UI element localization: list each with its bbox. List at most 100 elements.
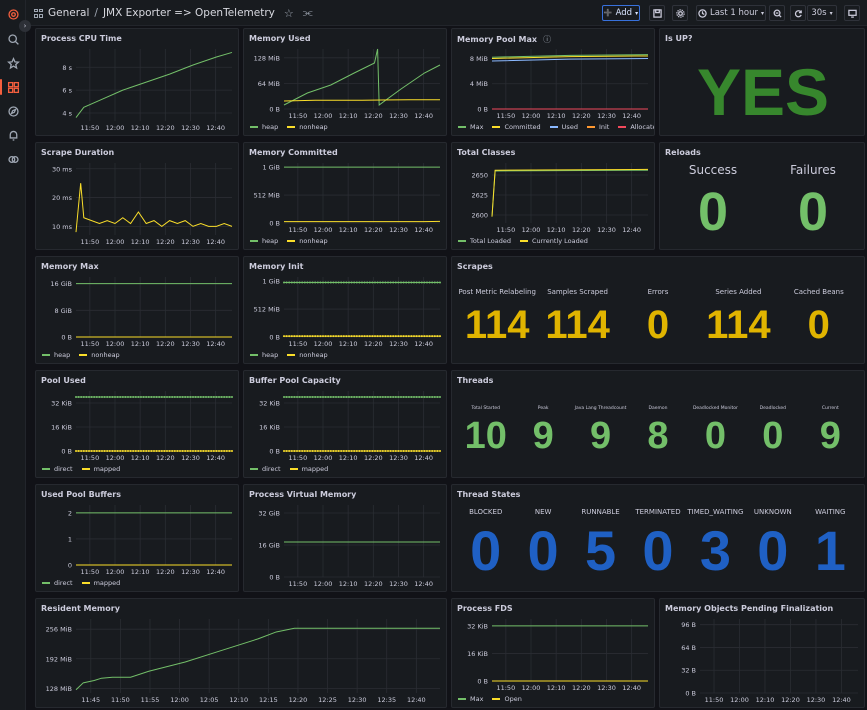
legend-item[interactable]: direct [42, 579, 73, 587]
series-point [163, 450, 166, 452]
series-point [207, 450, 210, 452]
series-point [363, 396, 366, 398]
legend-item[interactable]: mapped [81, 465, 120, 473]
series-point [153, 450, 155, 452]
series-point [402, 335, 405, 338]
series-point [433, 396, 436, 398]
dashboards-icon[interactable] [5, 79, 21, 95]
legend-item[interactable]: heap [42, 351, 70, 359]
stat-label: Cached Beans [793, 288, 844, 296]
series-point [387, 396, 389, 398]
series-point [439, 281, 441, 284]
series-point [301, 335, 304, 338]
series-point [350, 450, 353, 452]
settings-button[interactable] [672, 5, 688, 21]
legend-item[interactable]: mapped [81, 579, 120, 587]
legend-item[interactable]: Init [586, 123, 609, 131]
x-tick-label: 12:10 [339, 580, 358, 588]
series-point [218, 450, 220, 452]
panel-title[interactable]: Is UP? [665, 34, 693, 43]
legend-item[interactable]: mapped [289, 465, 328, 473]
legend-swatch [492, 126, 501, 128]
series-point [387, 450, 389, 452]
star-icon[interactable] [5, 55, 21, 71]
legend-item[interactable]: Max [458, 123, 483, 131]
stat-value: 0 [642, 519, 674, 582]
x-tick-label: 12:20 [156, 238, 175, 246]
chart-legend: heap nonheap [250, 351, 328, 359]
explore-icon[interactable] [5, 103, 21, 119]
panel-title[interactable]: Threads [457, 376, 493, 385]
refresh-button[interactable] [790, 5, 806, 21]
series-point [324, 450, 327, 452]
save-button[interactable] [649, 5, 665, 21]
legend-item[interactable]: Committed [492, 123, 541, 131]
star-icon[interactable]: ☆ [284, 7, 294, 20]
series-point [376, 450, 379, 452]
x-tick-label: 11:50 [80, 568, 99, 576]
legend-item[interactable]: Open [492, 695, 522, 703]
tv-mode-button[interactable] [844, 5, 860, 21]
series-point [400, 396, 402, 398]
series-point [140, 396, 142, 398]
series-point [192, 450, 194, 452]
x-tick-label: 11:50 [496, 226, 515, 234]
series-point [155, 450, 158, 452]
series-point [210, 396, 213, 398]
search-icon[interactable] [5, 31, 21, 47]
legend-item[interactable]: Allocated [618, 123, 654, 131]
x-tick-label: 12:40 [832, 696, 851, 704]
legend-item[interactable]: direct [42, 465, 73, 473]
dashboard-title[interactable]: JMX Exporter => OpenTelemetry [103, 7, 275, 19]
alerting-icon[interactable] [5, 127, 21, 143]
active-indicator [0, 79, 2, 95]
x-tick-label: 12:00 [314, 112, 333, 120]
legend-item[interactable]: Currently Loaded [519, 237, 588, 245]
legend-item[interactable]: heap [250, 351, 278, 359]
panel-memory-max: Memory Max 0 B8 GiB 16 GiB 11:50 12:00 12:10… [35, 256, 239, 364]
legend-item[interactable]: nonheap [287, 351, 328, 359]
x-tick-label: 12:20 [364, 454, 383, 462]
save-icon [652, 8, 662, 18]
series-point [376, 281, 379, 284]
legend-item[interactable]: heap [250, 123, 278, 131]
series-point [194, 450, 197, 452]
add-button[interactable]: ➕ Add ▾ [602, 5, 640, 21]
reloads-success-label: Success [688, 163, 738, 177]
legend-item[interactable]: heap [250, 237, 278, 245]
refresh-interval-picker[interactable]: 30s ▾ [807, 5, 837, 21]
add-panel-icon: ➕ [603, 9, 613, 17]
time-range-picker[interactable]: Last 1 hour ▾ [696, 5, 766, 21]
x-tick-label: 12:10 [131, 124, 150, 132]
panel-title[interactable]: Scrapes [457, 262, 493, 271]
x-tick-label: 11:50 [288, 580, 307, 588]
legend-item[interactable]: Max [458, 695, 483, 703]
x-tick-label: 12:40 [206, 238, 225, 246]
legend-item[interactable]: Total Loaded [458, 237, 511, 245]
legend-item[interactable]: nonheap [287, 237, 328, 245]
series-point [199, 450, 202, 452]
x-tick-label: 12:25 [318, 696, 337, 704]
legend-item[interactable]: nonheap [287, 123, 328, 131]
zoom-out-button[interactable] [769, 5, 785, 21]
series-point [389, 335, 392, 338]
x-tick-label: 12:30 [181, 238, 200, 246]
legend-item[interactable]: nonheap [79, 351, 120, 359]
expand-menu-icon[interactable]: › [19, 20, 31, 32]
connections-icon[interactable] [5, 151, 21, 167]
share-icon[interactable]: ⫘ [303, 6, 313, 20]
panel-title[interactable]: Reloads [665, 148, 701, 157]
x-tick-label: 12:30 [181, 340, 200, 348]
x-tick-label: 12:40 [622, 112, 641, 120]
grafana-logo-icon[interactable] [5, 6, 21, 22]
y-tick-label: 0 B [477, 106, 488, 114]
series-point [413, 396, 415, 398]
breadcrumb-section[interactable]: General [48, 7, 89, 19]
panel-title[interactable]: Thread States [457, 490, 520, 499]
chart-pending: 0 B 32 B 64 B 96 B 11:50 12:00 12:10 12:20 12:30… [681, 619, 858, 704]
legend-item[interactable]: Used [549, 123, 578, 131]
legend-swatch [250, 354, 258, 356]
legend-item[interactable]: direct [250, 465, 281, 473]
series-point [121, 396, 124, 398]
x-tick-label: 11:50 [80, 238, 99, 246]
